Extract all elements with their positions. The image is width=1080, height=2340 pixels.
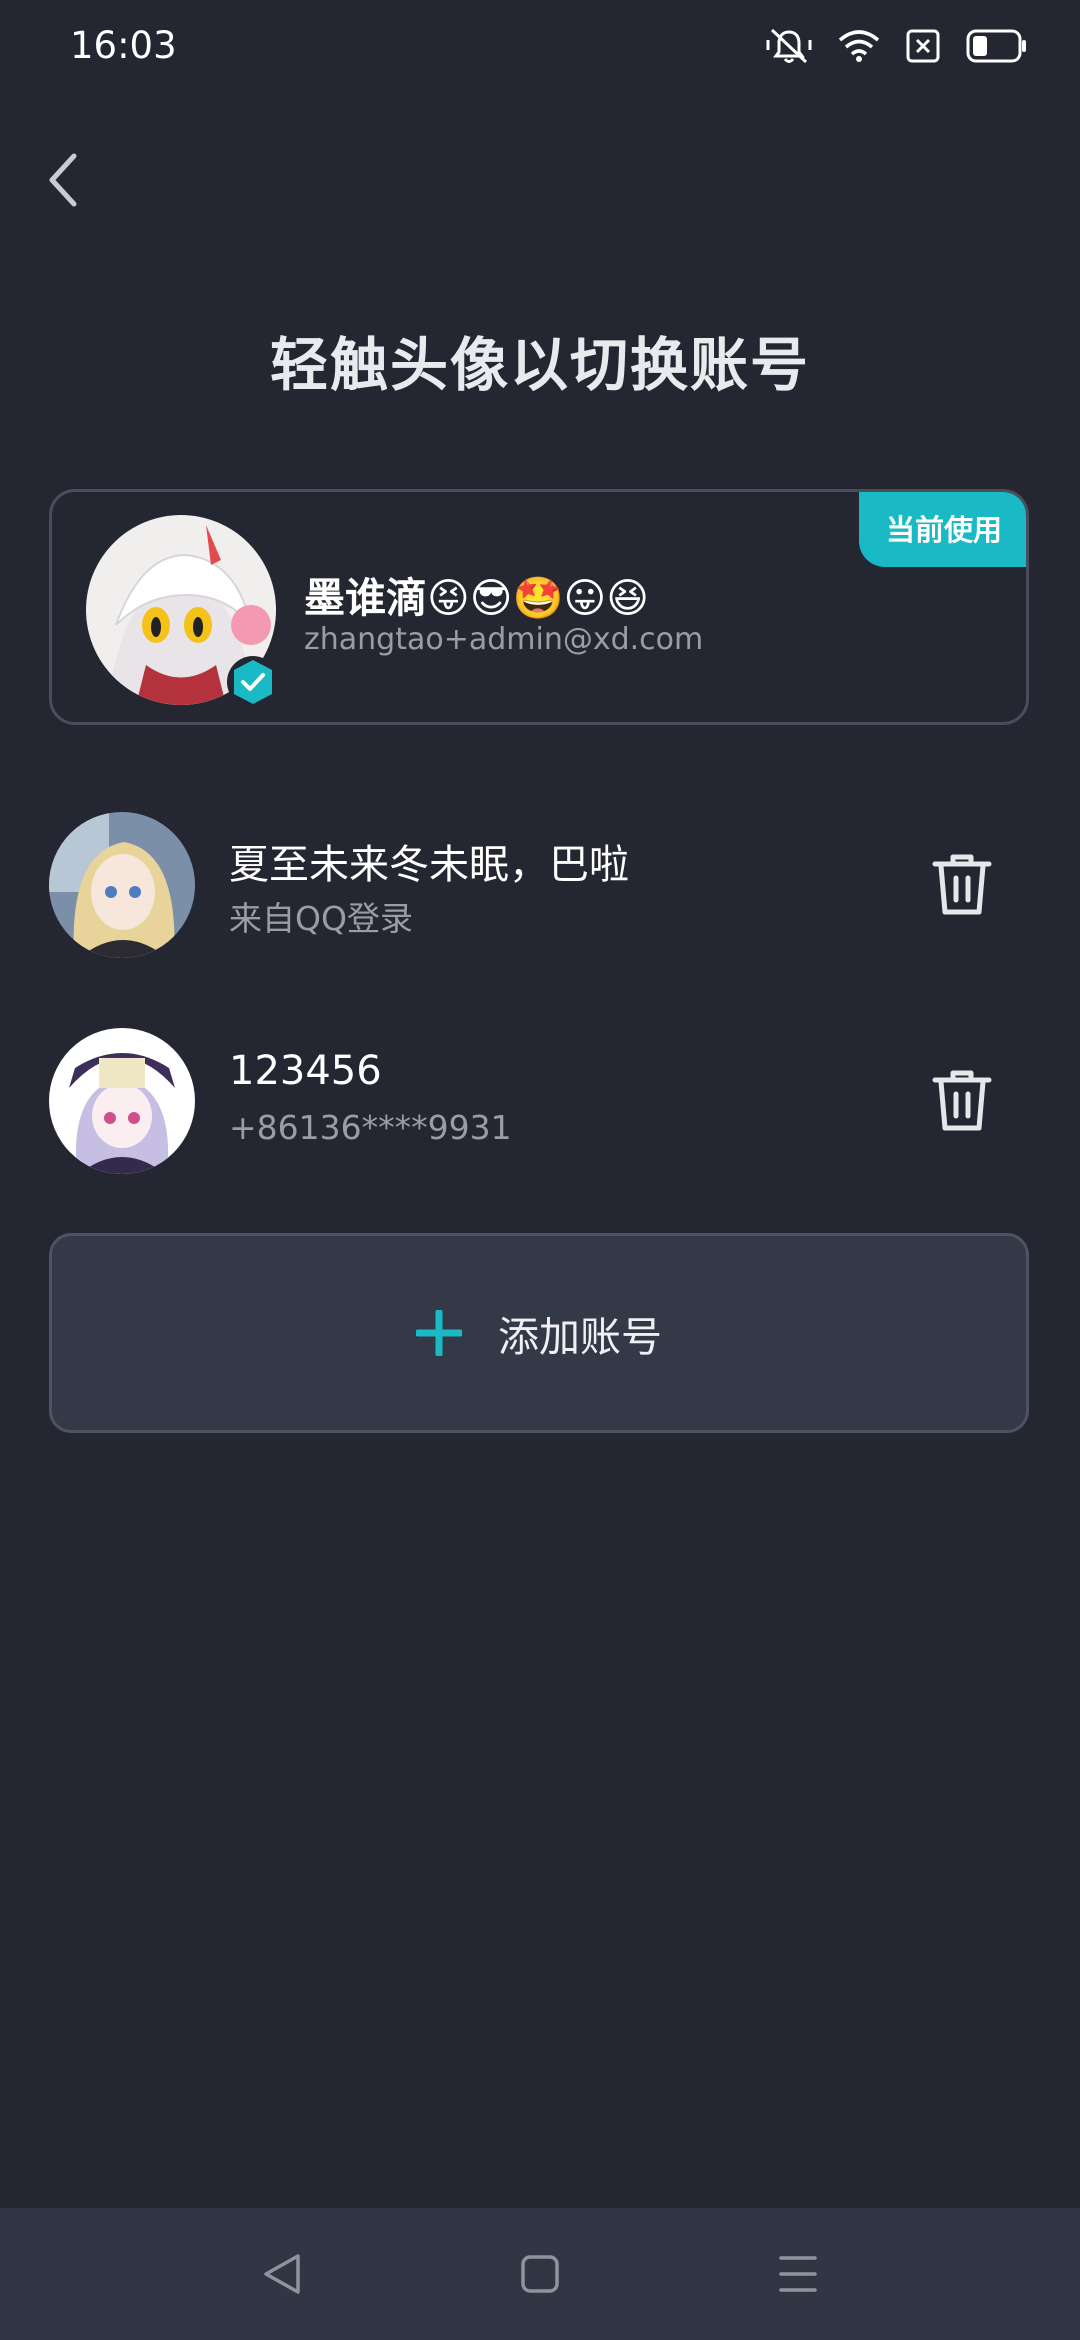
- trash-icon[interactable]: [931, 1068, 993, 1134]
- account-name: 夏至未来冬未眠，巴啦: [229, 842, 629, 888]
- back-button[interactable]: [40, 148, 96, 212]
- sim-off-icon: [906, 29, 940, 63]
- battery-icon: [966, 29, 1026, 63]
- account-source: 来自QQ登录: [229, 899, 413, 938]
- list-item[interactable]: 123456 +86136****9931: [49, 1028, 1029, 1174]
- current-account-card[interactable]: 当前使用 墨谁滴😝😎🤩😛😆 zhangtao+admin@xd.com: [49, 489, 1029, 725]
- check-shield-icon: [227, 656, 279, 708]
- avatar[interactable]: [49, 812, 195, 958]
- current-account-name: 墨谁滴😝😎🤩😛😆: [304, 574, 650, 622]
- account-phone: +86136****9931: [229, 1108, 512, 1147]
- account-name: 123456: [229, 1048, 382, 1094]
- nav-home-icon[interactable]: [520, 2252, 560, 2296]
- vibrate-bell-icon: [766, 28, 812, 64]
- system-nav-bar: [0, 2208, 1080, 2340]
- list-item[interactable]: 夏至未来冬未眠，巴啦 来自QQ登录: [49, 812, 1029, 958]
- add-account-label: 添加账号: [498, 1313, 662, 1361]
- chevron-left-icon: [49, 153, 77, 207]
- status-time: 16:03: [70, 24, 177, 67]
- nav-menu-icon[interactable]: [778, 2252, 818, 2296]
- current-account-email: zhangtao+admin@xd.com: [304, 622, 704, 657]
- add-account-button[interactable]: 添加账号: [49, 1233, 1029, 1433]
- trash-icon[interactable]: [931, 852, 993, 918]
- page-title: 轻触头像以切换账号: [269, 331, 810, 399]
- nav-back-icon[interactable]: [262, 2252, 302, 2296]
- wifi-icon: [838, 30, 880, 62]
- status-icons: [766, 26, 1028, 66]
- plus-icon: [416, 1310, 462, 1356]
- current-badge: 当前使用: [859, 492, 1026, 567]
- avatar[interactable]: [49, 1028, 195, 1174]
- status-bar: 16:03: [0, 0, 1080, 96]
